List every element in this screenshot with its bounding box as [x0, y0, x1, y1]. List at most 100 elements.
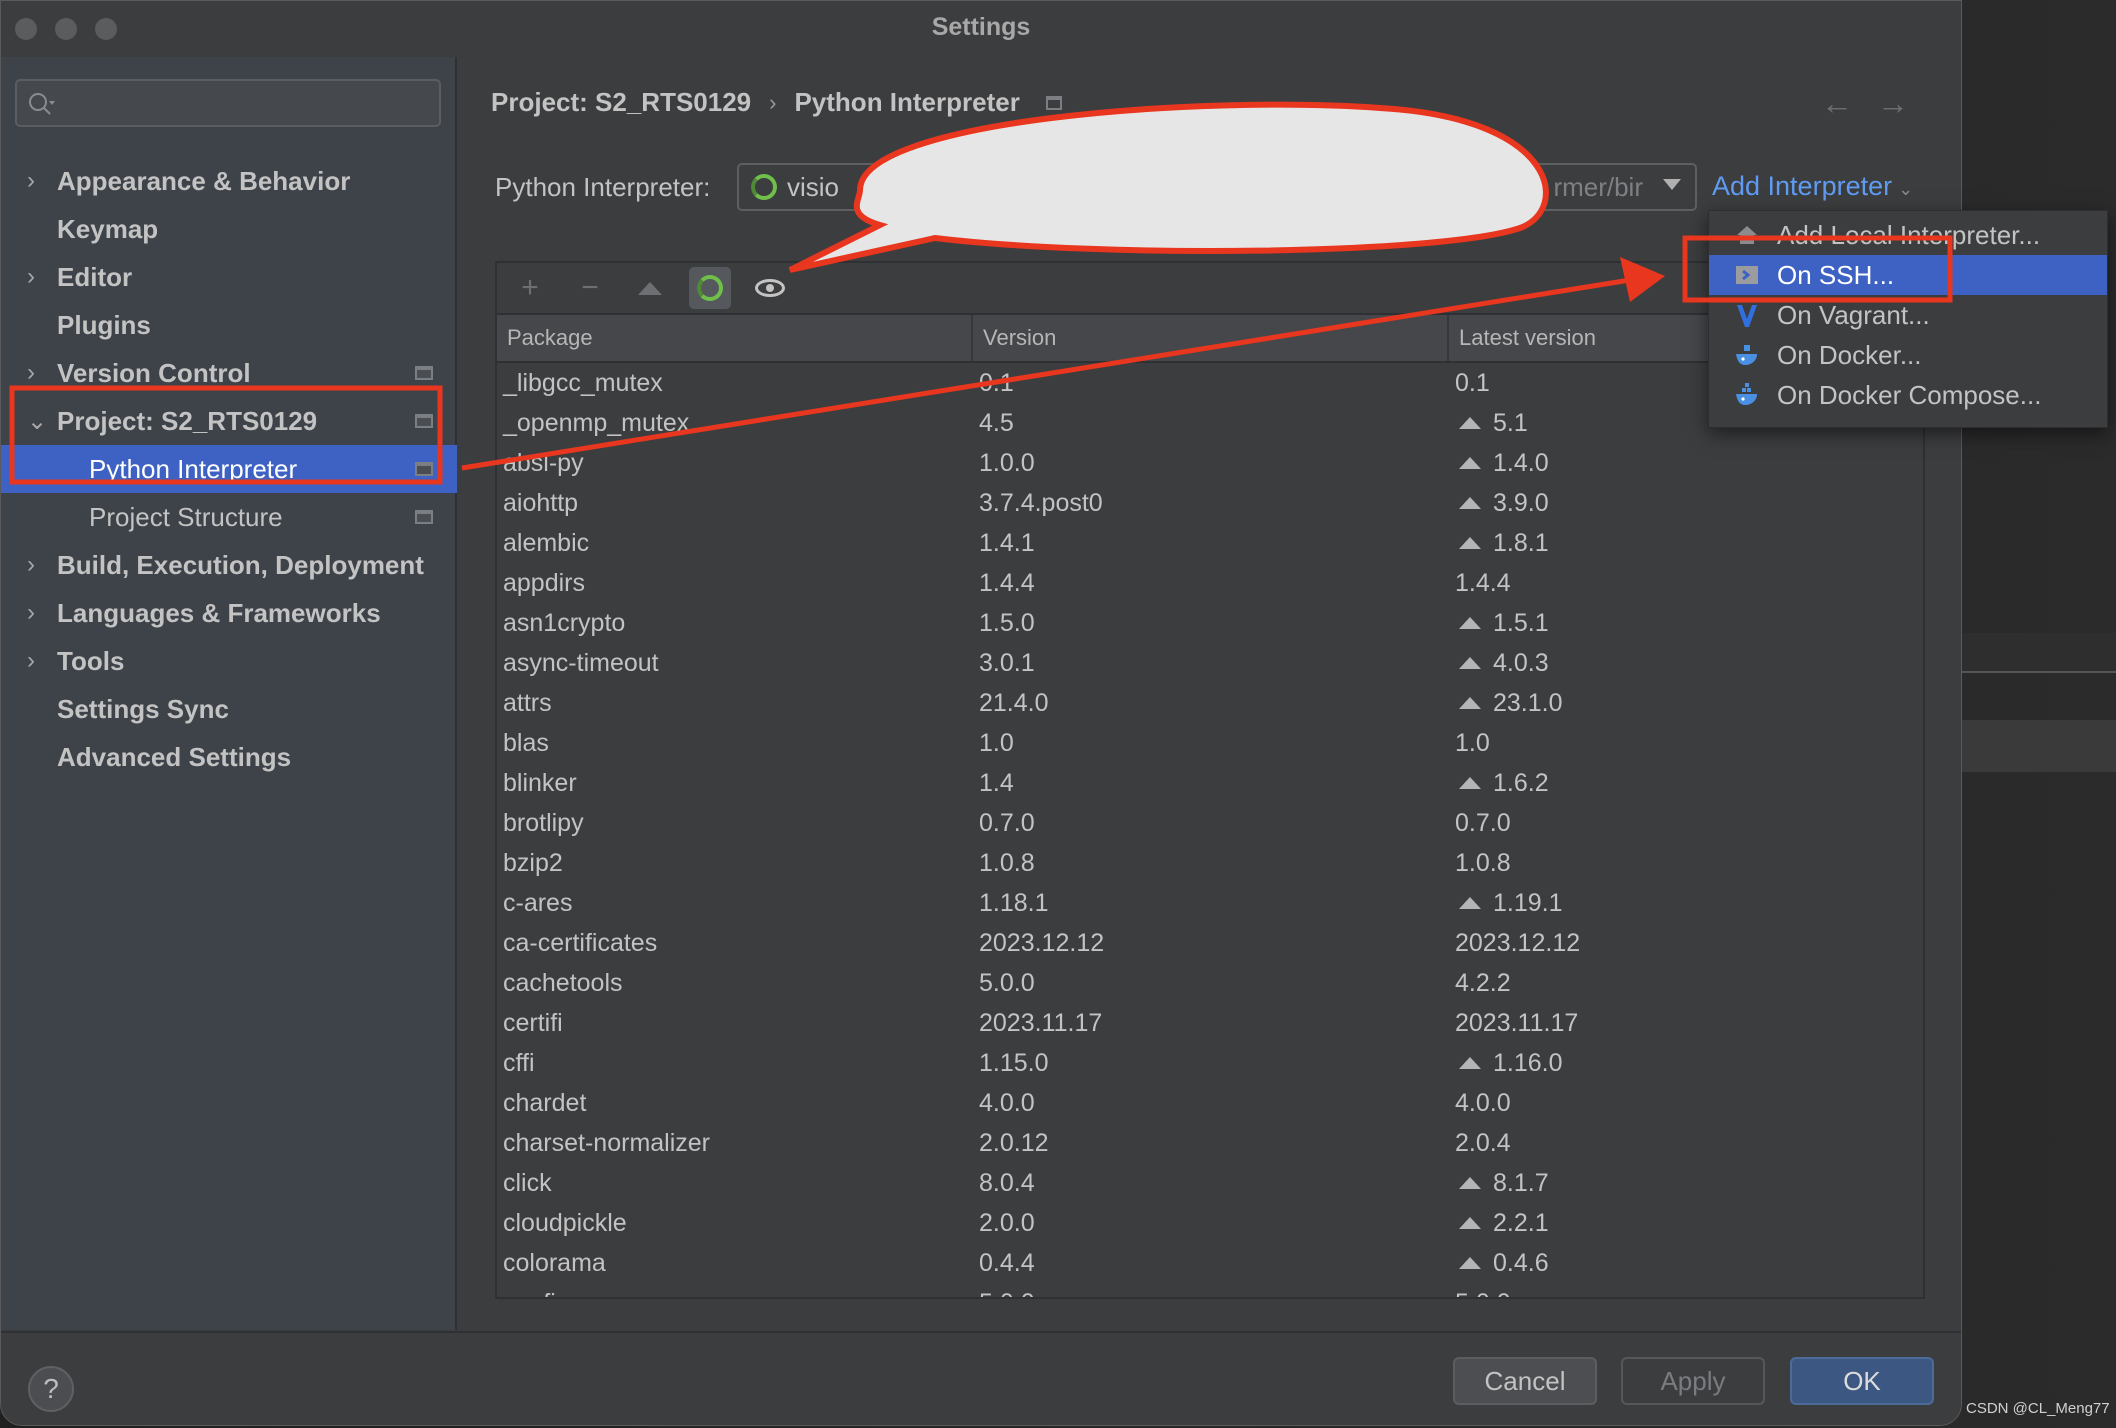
menu-item[interactable]: On Docker Compose...	[1709, 375, 2107, 415]
add-interpreter-link[interactable]: Add Interpreter ⌄	[1712, 171, 1913, 202]
table-row[interactable]: cffi 1.15.0 1.16.0	[497, 1043, 1923, 1083]
docker-compose-icon	[1736, 383, 1757, 405]
table-row[interactable]: async-timeout 3.0.1 4.0.3	[497, 643, 1923, 683]
package-name: asn1crypto	[503, 608, 626, 637]
watermark: CSDN @CL_Meng77	[1966, 1400, 2110, 1417]
package-version: 3.7.4.post0	[979, 488, 1103, 517]
forward-arrow-icon[interactable]: →	[1877, 85, 1909, 122]
show-early-releases-toggle[interactable]	[749, 267, 791, 309]
table-row[interactable]: blinker 1.4 1.6.2	[497, 763, 1923, 803]
package-version: 2023.12.12	[979, 928, 1105, 957]
package-name: async-timeout	[503, 648, 659, 677]
breadcrumb-separator: ›	[769, 89, 777, 115]
column-header-version[interactable]: Version	[973, 315, 1449, 361]
sidebar-item[interactable]: › Editor	[1, 253, 457, 301]
sidebar-item[interactable]: › Appearance & Behavior	[1, 157, 457, 205]
sidebar-item[interactable]: Project Structure	[1, 493, 457, 541]
table-row[interactable]: appdirs 1.4.4 1.4.4	[497, 563, 1923, 603]
menu-item[interactable]: On Vagrant...	[1709, 295, 2107, 335]
latest-version-cell: 1.8.1	[1449, 529, 1923, 558]
upgrade-available-icon	[1459, 457, 1481, 469]
table-row[interactable]: aiohttp 3.7.4.post0 3.9.0	[497, 483, 1923, 523]
add-interpreter-menu: Add Local Interpreter... On SSH... On Vagr…	[1708, 210, 2108, 428]
menu-item[interactable]: Add Local Interpreter...	[1709, 215, 2107, 255]
table-row[interactable]: confi5.0.05.0.0	[497, 1283, 1923, 1298]
table-row[interactable]: ca-certificates 2023.12.12 2023.12.12	[497, 923, 1923, 963]
table-row[interactable]: certifi 2023.11.17 2023.11.17	[497, 1003, 1923, 1043]
latest-version: 8.1.7	[1493, 1168, 1549, 1197]
sidebar-item-label: Advanced Settings	[57, 741, 292, 772]
sidebar-item[interactable]: › Tools	[1, 637, 457, 685]
latest-version: 1.6.2	[1493, 768, 1549, 797]
chevron-right-icon[interactable]: ›	[27, 263, 35, 291]
chevron-right-icon[interactable]: ›	[27, 551, 35, 579]
sidebar-item[interactable]: Advanced Settings	[1, 733, 457, 781]
latest-version: 5.1	[1493, 408, 1528, 437]
latest-version-cell: 3.9.0	[1449, 489, 1923, 518]
table-row[interactable]: alembic 1.4.1 1.8.1	[497, 523, 1923, 563]
latest-version-cell: 8.1.7	[1449, 1169, 1923, 1198]
chevron-right-icon[interactable]: ›	[27, 359, 35, 387]
package-version: 1.4.4	[979, 568, 1035, 597]
column-header-package[interactable]: Package	[497, 315, 973, 361]
interpreter-select[interactable]: visio rmer/bir	[737, 163, 1697, 211]
sidebar-item-label: Python Interpreter	[89, 453, 298, 484]
latest-version: 1.16.0	[1493, 1048, 1563, 1077]
sidebar-item[interactable]: Settings Sync	[1, 685, 457, 733]
package-version: 3.0.1	[979, 648, 1035, 677]
table-row[interactable]: colorama 0.4.4 0.4.6	[497, 1243, 1923, 1283]
table-row[interactable]: blas 1.0 1.0	[497, 723, 1923, 763]
package-version: 5.0.0	[979, 968, 1035, 997]
history-navigation: ← →	[1821, 85, 1909, 122]
chevron-down-icon[interactable]: ⌄	[27, 407, 47, 436]
package-version: 8.0.4	[979, 1168, 1035, 1197]
breadcrumb-project[interactable]: Project: S2_RTS0129	[491, 87, 751, 118]
table-row[interactable]: cachetools 5.0.0 4.2.2	[497, 963, 1923, 1003]
table-row[interactable]: click 8.0.4 8.1.7	[497, 1163, 1923, 1203]
sidebar-item[interactable]: › Build, Execution, Deployment	[1, 541, 457, 589]
help-button[interactable]: ?	[28, 1366, 74, 1412]
remove-package-button[interactable]: −	[569, 267, 611, 309]
sidebar-item[interactable]: Keymap	[1, 205, 457, 253]
background-window-strip	[1962, 633, 2116, 673]
menu-item-label: On Docker Compose...	[1777, 379, 2042, 410]
upgrade-package-button[interactable]	[629, 267, 671, 309]
latest-version-cell: 1.5.1	[1449, 609, 1923, 638]
latest-version: 1.8.1	[1493, 528, 1549, 557]
package-name: alembic	[503, 528, 590, 557]
table-row[interactable]: brotlipy 0.7.0 0.7.0	[497, 803, 1923, 843]
chevron-right-icon[interactable]: ›	[27, 599, 35, 627]
table-row[interactable]: attrs 21.4.0 23.1.0	[497, 683, 1923, 723]
sidebar-item[interactable]: › Languages & Frameworks	[1, 589, 457, 637]
ok-button[interactable]: OK	[1790, 1357, 1934, 1405]
sidebar-item[interactable]: ⌄ Project: S2_RTS0129	[1, 397, 457, 445]
package-version: 2.0.12	[979, 1128, 1049, 1157]
sidebar-item[interactable]: Python Interpreter	[1, 445, 457, 493]
back-arrow-icon[interactable]: ←	[1821, 85, 1853, 122]
table-row[interactable]: absl-py 1.0.0 1.4.0	[497, 443, 1923, 483]
package-version: 1.4.1	[979, 528, 1035, 557]
table-row[interactable]: cloudpickle 2.0.0 2.2.1	[497, 1203, 1923, 1243]
sidebar-item[interactable]: Plugins	[1, 301, 457, 349]
chevron-right-icon[interactable]: ›	[27, 167, 35, 195]
package-name: cachetools	[503, 968, 623, 997]
add-package-button[interactable]: +	[509, 267, 551, 309]
sidebar-item[interactable]: › Version Control	[1, 349, 457, 397]
sidebar-item-label: Project Structure	[89, 501, 283, 532]
settings-dialog: Settings › Appearance & Behavior Keymap › Ed…	[0, 0, 1962, 1426]
menu-item[interactable]: On SSH...	[1709, 255, 2107, 295]
package-name: _openmp_mutex	[503, 408, 690, 437]
chevron-right-icon[interactable]: ›	[27, 647, 35, 675]
table-row[interactable]: charset-normalizer 2.0.12 2.0.4	[497, 1123, 1923, 1163]
package-version: 2023.11.17	[979, 1008, 1103, 1037]
table-row[interactable]: chardet 4.0.0 4.0.0	[497, 1083, 1923, 1123]
menu-item[interactable]: On Docker...	[1709, 335, 2107, 375]
use-conda-toggle[interactable]	[689, 267, 731, 309]
table-row[interactable]: bzip2 1.0.8 1.0.8	[497, 843, 1923, 883]
package-version: 1.4	[979, 768, 1014, 797]
table-row[interactable]: c-ares 1.18.1 1.19.1	[497, 883, 1923, 923]
table-row[interactable]: asn1crypto 1.5.0 1.5.1	[497, 603, 1923, 643]
cancel-button[interactable]: Cancel	[1453, 1357, 1597, 1405]
apply-button[interactable]: Apply	[1621, 1357, 1765, 1405]
settings-search-input[interactable]	[15, 79, 441, 127]
